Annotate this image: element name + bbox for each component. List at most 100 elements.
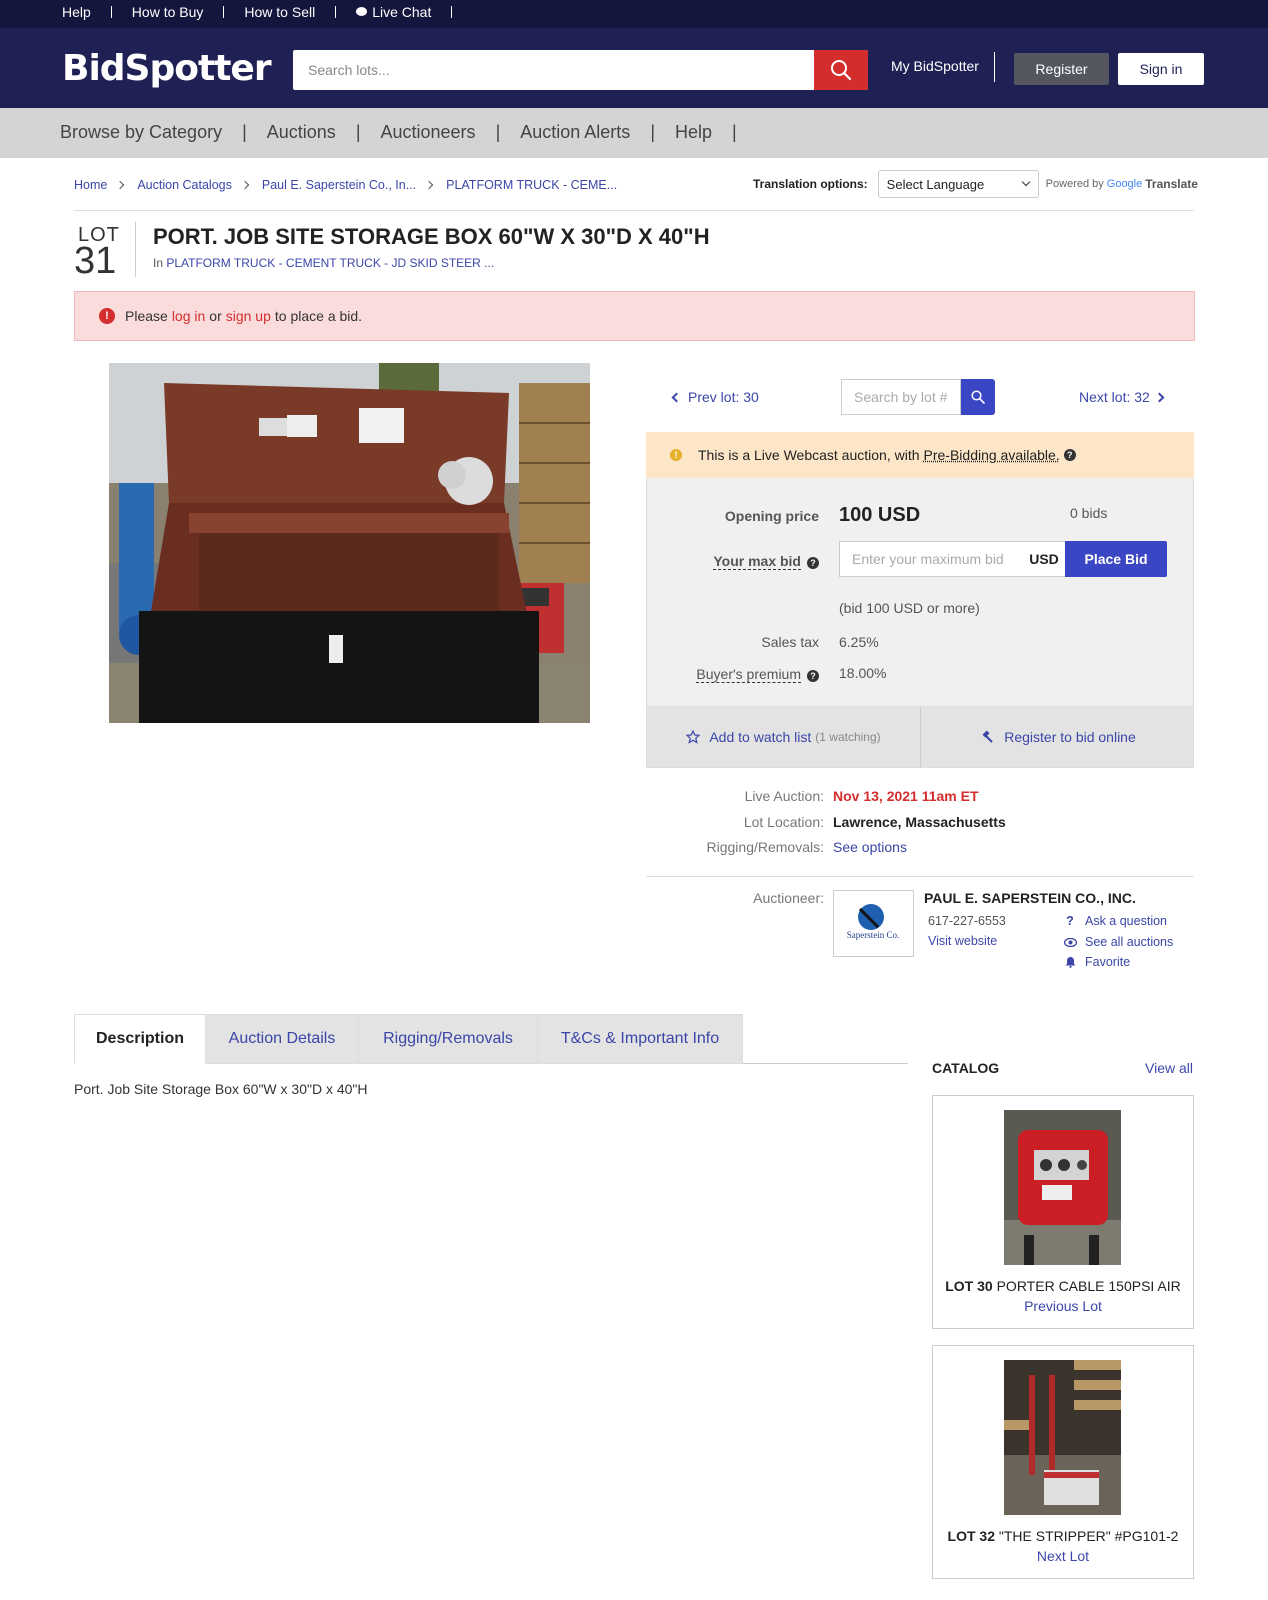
auctioneer-phone: 617-227-6553 [928,914,1006,928]
live-webcast-banner: ! This is a Live Webcast auction, with P… [646,432,1194,478]
top-link-live-chat[interactable]: Live Chat [356,4,431,20]
breadcrumb-auctioneer[interactable]: Paul E. Saperstein Co., In... [262,178,416,192]
chevron-right-icon [240,180,250,190]
lot-location-label: Lot Location: [743,814,824,830]
lot-thumbnail[interactable] [1004,1360,1121,1515]
search-icon [831,60,852,81]
chevron-right-icon [1154,392,1165,402]
buyers-premium-value: 18.00% [839,665,887,681]
site-logo[interactable]: BidSpotter [62,48,272,89]
divider [994,52,995,82]
divider [110,6,112,18]
bid-count: 0 bids [1070,505,1108,521]
catalog-link[interactable]: PLATFORM TRUCK - CEMENT TRUCK - JD SKID … [166,256,494,270]
divider [135,222,136,277]
watch-register-bar: Add to watch list (1 watching) Register t… [646,706,1194,768]
view-all-link[interactable]: View all [1145,1060,1193,1076]
lot-number: 31 [74,240,117,282]
log-in-link[interactable]: log in [172,308,205,324]
prev-lot-link[interactable]: Prev lot: 30 [671,389,759,405]
breadcrumb-auction-catalogs[interactable]: Auction Catalogs [137,178,232,192]
alert-icon: ! [99,308,115,324]
chevron-left-icon [671,392,682,402]
nav-auction-alerts[interactable]: Auction Alerts [520,122,630,143]
top-link-how-to-buy[interactable]: How to Buy [132,4,204,20]
question-icon: ? [1066,914,1074,928]
top-link-help[interactable]: Help [62,4,91,20]
catalog-caption: LOT 30 PORTER CABLE 150PSI AIR [945,1278,1181,1294]
previous-lot-link[interactable]: Previous Lot [933,1298,1193,1314]
search-button[interactable] [814,50,868,90]
nav-auctioneers[interactable]: Auctioneers [381,122,476,143]
lot-thumbnail[interactable] [1004,1110,1121,1265]
chat-icon [356,7,368,16]
register-button[interactable]: Register [1014,53,1109,85]
live-auction-date: Nov 13, 2021 11am ET [833,788,979,804]
buyers-premium-label[interactable]: Buyer's premium? [696,666,819,683]
ask-question-link[interactable]: ? Ask a question [1063,914,1167,928]
sales-tax-value: 6.25% [839,634,879,650]
breadcrumb-home[interactable]: Home [74,178,107,192]
search-input[interactable] [293,50,815,90]
site-header: BidSpotter My BidSpotter Register Sign i… [0,28,1268,108]
search-icon [971,390,985,404]
sign-up-link[interactable]: sign up [226,308,271,324]
lot-search-input[interactable] [841,379,961,415]
translation-label: Translation options: [753,177,868,191]
my-bidspotter-link[interactable]: My BidSpotter [891,58,979,74]
bid-panel: Opening price 100 USD 0 bids Your max bi… [646,478,1194,706]
place-bid-button[interactable]: Place Bid [1065,541,1167,577]
top-link-how-to-sell[interactable]: How to Sell [244,4,315,20]
help-icon[interactable]: ? [1063,449,1076,461]
max-bid-form: USD Place Bid [839,541,1167,577]
divider [451,6,453,18]
tab-terms[interactable]: T&Cs & Important Info [537,1014,743,1064]
max-bid-label[interactable]: Your max bid? [713,553,819,570]
favorite-link[interactable]: Favorite [1063,955,1130,969]
next-lot-link[interactable]: Next lot: 32 [1079,389,1165,405]
live-auction-label: Live Auction: [744,788,824,804]
see-options-link[interactable]: See options [833,839,907,855]
catalog-card-next[interactable]: LOT 32 "THE STRIPPER" #PG101-2 Next Lot [932,1345,1194,1579]
bell-icon [1063,956,1077,968]
lot-catalog-ref: In PLATFORM TRUCK - CEMENT TRUCK - JD SK… [153,256,495,270]
page-title: PORT. JOB SITE STORAGE BOX 60"W X 30"D X… [153,224,710,249]
see-all-auctions-link[interactable]: See all auctions [1063,935,1173,949]
star-icon [686,730,701,744]
max-bid-input[interactable] [839,541,1023,577]
translate-link[interactable]: Translate [1145,177,1198,191]
lot-tabs: Description Auction Details Rigging/Remo… [74,1014,908,1064]
divider [74,210,1194,211]
nav-browse-by-category[interactable]: Browse by Category [60,122,222,143]
divider [223,6,225,18]
chevron-right-icon [116,180,125,190]
lot-number-search [841,379,995,415]
opening-price-value: 100 USD [839,504,921,526]
lot-search [293,50,868,90]
nav-auctions[interactable]: Auctions [267,122,336,143]
currency-label: USD [1023,541,1065,577]
visit-website-link[interactable]: Visit website [928,934,997,948]
catalog-card-prev[interactable]: LOT 30 PORTER CABLE 150PSI AIR Previous … [932,1095,1194,1329]
tab-rigging-removals[interactable]: Rigging/Removals [358,1014,538,1064]
lot-description: Port. Job Site Storage Box 60"W x 30"D x… [74,1081,368,1097]
rigging-label: Rigging/Removals: [706,839,825,855]
help-icon[interactable]: ? [807,557,819,569]
register-to-bid-button[interactable]: Register to bid online [921,707,1195,767]
google-logo: Google [1106,178,1143,190]
add-to-watch-list-button[interactable]: Add to watch list (1 watching) [647,707,921,767]
nav-help[interactable]: Help [675,122,712,143]
breadcrumb-catalog[interactable]: PLATFORM TRUCK - CEME... [446,178,617,192]
lot-search-button[interactable] [961,379,995,415]
lot-image[interactable] [109,363,590,723]
tab-description[interactable]: Description [74,1014,206,1064]
next-lot-link-catalog[interactable]: Next Lot [933,1548,1193,1564]
auctioneer-logo[interactable]: Saperstein Co. [833,890,914,957]
pre-bidding-link[interactable]: Pre-Bidding available. [924,447,1060,463]
language-select[interactable]: Select Language [877,170,1039,198]
sign-in-button[interactable]: Sign in [1118,53,1204,85]
help-icon[interactable]: ? [807,670,819,682]
tab-auction-details[interactable]: Auction Details [205,1014,359,1064]
info-icon: ! [670,449,682,461]
eye-icon [1063,937,1077,947]
